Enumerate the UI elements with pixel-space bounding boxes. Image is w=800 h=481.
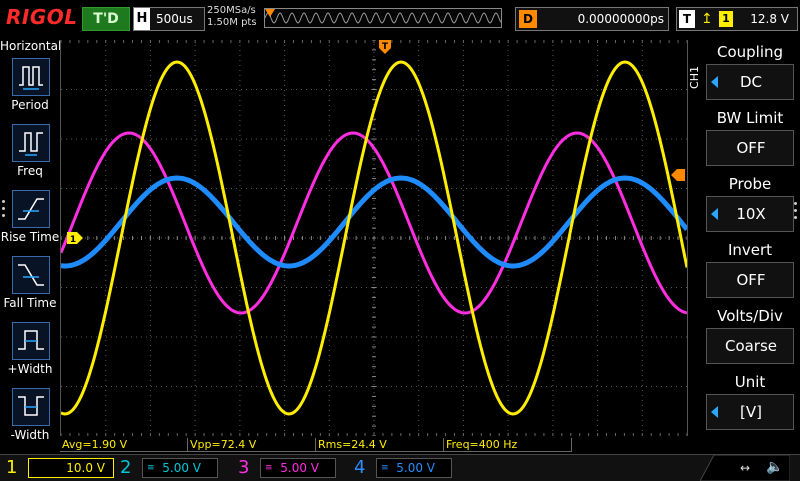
volts-div-softkey[interactable]: Volts/Div Coarse [706, 304, 794, 366]
fall-time-label: Fall Time [3, 296, 57, 310]
trigger-position-label: T [382, 42, 389, 52]
channel-1-number[interactable]: 1 [6, 455, 17, 481]
brand-logo: RIGOL [6, 5, 78, 29]
timebase-indicator[interactable]: H 500us [133, 7, 205, 31]
memory-trigger-marker-icon [265, 9, 275, 17]
bw-limit-value-box[interactable]: OFF [706, 130, 794, 166]
unit-title: Unit [734, 373, 766, 391]
horizontal-measure-menu: Horizontal Period Freq Rise Time Fall Ti… [0, 36, 62, 454]
volts-div-value: Coarse [724, 337, 778, 355]
trigger-position-marker[interactable]: T [379, 40, 391, 54]
channel-4-coupling-icon: ≡ [381, 463, 389, 473]
channel-3-coupling-icon: ≡ [265, 463, 273, 473]
bw-limit-title: BW Limit [716, 109, 784, 127]
left-scroll-dots [2, 196, 6, 221]
bw-limit-value: OFF [736, 139, 766, 157]
left-menu-title: Horizontal [0, 39, 62, 53]
channel-2-scale-box[interactable]: ≡ 5.00 V [142, 458, 218, 478]
measure-freq-button[interactable]: Freq [0, 124, 60, 186]
channel-2-coupling-icon: ≡ [147, 463, 155, 473]
memory-depth: 1.50M pts [207, 17, 257, 28]
acquisition-info: 250MSa/s 1.50M pts [207, 5, 257, 29]
invert-title: Invert [727, 241, 773, 259]
period-icon [12, 58, 50, 96]
channel-4-number[interactable]: 4 [354, 455, 365, 481]
volts-div-value-box[interactable]: Coarse [706, 328, 794, 364]
channel-1-scale: 10.0 V [66, 461, 105, 475]
fall-time-icon [12, 256, 50, 294]
sample-rate: 250MSa/s [207, 5, 256, 16]
volts-div-title: Volts/Div [717, 307, 783, 325]
usb-icon: ↔ [740, 461, 751, 475]
trigger-level: 12.8 V [750, 12, 789, 26]
trigger-source: 1 [719, 11, 733, 27]
delay-value: 0.00000000ps [577, 12, 664, 26]
top-status-bar: RIGOL T'D H 500us 250MSa/s 1.50M pts D 0… [0, 0, 800, 36]
channel-status-bar: 1 10.0 V 2 ≡ 5.00 V 3 ≡ 5.00 V 4 ≡ 5.00 … [0, 454, 800, 481]
coupling-title: Coupling [716, 43, 784, 61]
run-stop-status[interactable]: T'D [82, 7, 130, 31]
memory-overview-bar[interactable] [264, 8, 502, 28]
coupling-value: DC [739, 73, 763, 91]
channel-1-menu: CH1 Coupling DC BW Limit OFF Probe 10X I… [688, 36, 800, 454]
measure-period-button[interactable]: Period [0, 58, 60, 120]
unit-value-box[interactable]: [V] [706, 394, 794, 430]
waveform-canvas: T 1 [61, 40, 687, 436]
channel-3-scale-box[interactable]: ≡ 5.00 V [260, 458, 336, 478]
positive-width-icon [12, 322, 50, 360]
coupling-softkey[interactable]: Coupling DC [706, 40, 794, 102]
channel-4-scale: 5.00 V [396, 461, 435, 475]
channel-4-scale-box[interactable]: ≡ 5.00 V [376, 458, 452, 478]
measure-fall-time-button[interactable]: Fall Time [0, 256, 60, 318]
timebase-value: 500us [156, 12, 193, 26]
measurement-freq[interactable]: Freq=400 Hz [444, 438, 572, 452]
period-label: Period [11, 98, 49, 112]
probe-softkey[interactable]: Probe 10X [706, 172, 794, 234]
delay-letter: D [519, 10, 537, 28]
channel-1-ground-label: 1 [70, 235, 76, 245]
channel-2-scale: 5.00 V [162, 461, 201, 475]
unit-softkey[interactable]: Unit [V] [706, 370, 794, 432]
right-scroll-dots [794, 198, 798, 223]
measurement-avg[interactable]: Avg=1.90 V [60, 438, 188, 452]
channel-2-number[interactable]: 2 [120, 455, 131, 481]
rise-time-label: Rise Time [0, 230, 60, 244]
negative-width-icon [12, 388, 50, 426]
negative-width-label: -Width [10, 428, 50, 442]
trigger-letter: T [679, 10, 695, 28]
coupling-value-box[interactable]: DC [706, 64, 794, 100]
measure-positive-width-button[interactable]: +Width [0, 322, 60, 384]
invert-softkey[interactable]: Invert OFF [706, 238, 794, 300]
unit-value: [V] [740, 403, 762, 421]
memory-overview-waveform [265, 12, 501, 24]
measurement-vpp[interactable]: Vpp=72.4 V [188, 438, 316, 452]
waveform-display[interactable]: T 1 [60, 40, 688, 436]
bw-limit-softkey[interactable]: BW Limit OFF [706, 106, 794, 168]
positive-width-label: +Width [7, 362, 53, 376]
frequency-icon [12, 124, 50, 162]
timebase-letter: H [134, 8, 150, 30]
probe-value: 10X [736, 205, 766, 223]
channel-1-scale-box[interactable]: 10.0 V [28, 458, 114, 478]
trigger-level-marker[interactable] [671, 169, 685, 181]
channel-tag: CH1 [688, 66, 701, 89]
rising-edge-icon: ↥ [701, 11, 713, 27]
measurement-results-bar: Avg=1.90 V Vpp=72.4 V Rms=24.4 V Freq=40… [60, 437, 686, 453]
freq-label: Freq [17, 164, 43, 178]
invert-value: OFF [736, 271, 766, 289]
speaker-muted-icon[interactable]: 🔈 [766, 459, 783, 475]
invert-value-box[interactable]: OFF [706, 262, 794, 298]
channel-3-scale: 5.00 V [280, 461, 319, 475]
trigger-indicator[interactable]: T ↥ 1 12.8 V [676, 7, 798, 31]
measure-negative-width-button[interactable]: -Width [0, 388, 60, 450]
channel-3-number[interactable]: 3 [238, 455, 249, 481]
probe-value-box[interactable]: 10X [706, 196, 794, 232]
rise-time-icon [12, 190, 50, 228]
measure-rise-time-button[interactable]: Rise Time [0, 190, 60, 252]
channel-1-ground-marker[interactable]: 1 [67, 232, 83, 245]
delay-indicator[interactable]: D 0.00000000ps [515, 7, 669, 31]
probe-title: Probe [728, 175, 772, 193]
measurement-rms[interactable]: Rms=24.4 V [316, 438, 444, 452]
